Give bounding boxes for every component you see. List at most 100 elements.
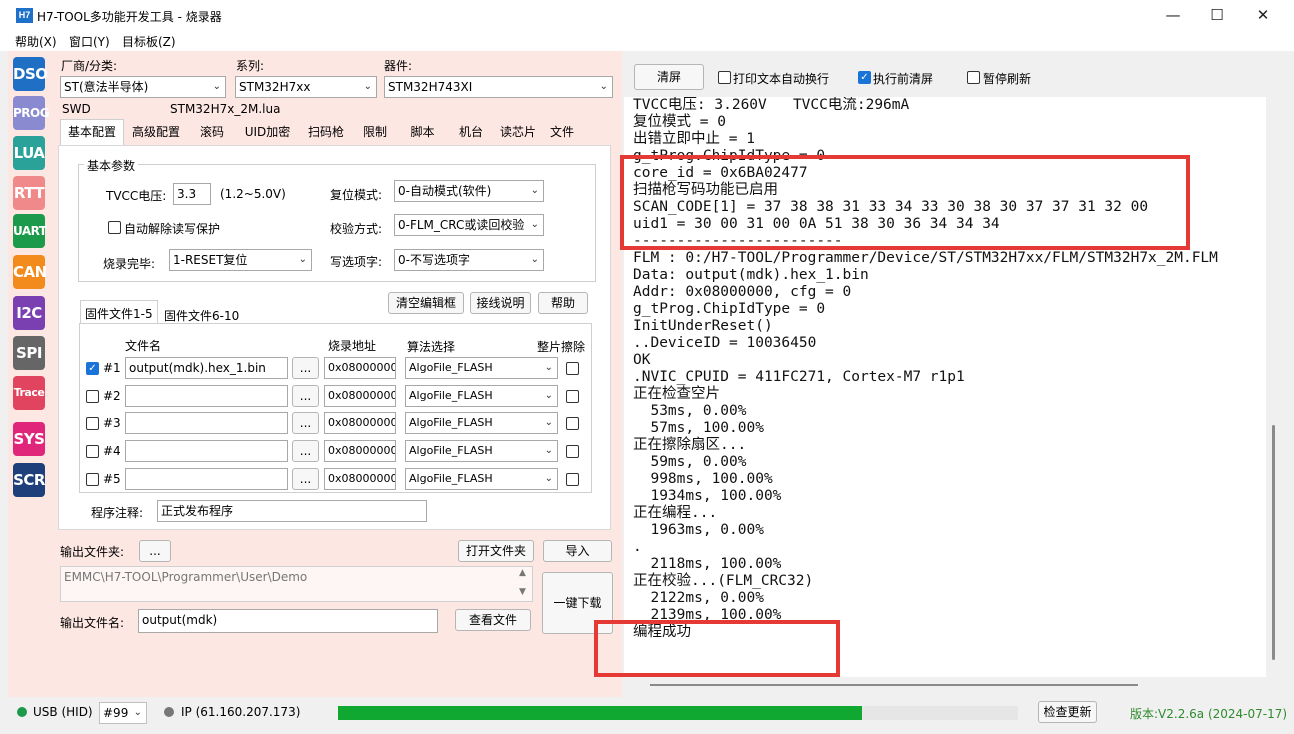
file-row-browse-button[interactable]: ...	[292, 357, 319, 379]
series-select[interactable]: STM32H7xx ⌄	[235, 76, 377, 98]
file-row-erase-checkbox[interactable]	[566, 417, 579, 430]
sidebar-i2c-button[interactable]: I2C	[13, 296, 45, 330]
scroll-down-icon[interactable]: ▼	[519, 587, 526, 597]
menu-window[interactable]: 窗口(Y)	[69, 33, 110, 50]
file-row-address[interactable]: 0x08000000	[324, 385, 396, 407]
file-row-checkbox[interactable]	[86, 390, 99, 403]
auto-unprotect-label: 自动解除读写保护	[124, 222, 221, 236]
file-row-erase-checkbox[interactable]	[566, 362, 579, 375]
check-update-button[interactable]: 检查更新	[1038, 701, 1097, 723]
log-vertical-scrollbar[interactable]	[1272, 425, 1275, 660]
file-row-erase-checkbox[interactable]	[566, 390, 579, 403]
file-row-erase-checkbox[interactable]	[566, 473, 579, 486]
clear-before-checkbox[interactable]: ✓	[858, 71, 871, 84]
note-input[interactable]: 正式发布程序	[157, 500, 427, 522]
clear-screen-button[interactable]: 清屏	[634, 64, 704, 90]
file-row-browse-button[interactable]: ...	[292, 440, 319, 462]
menu-target-board[interactable]: 目标板(Z)	[122, 33, 176, 50]
wiring-button[interactable]: 接线说明	[470, 292, 531, 314]
file-row-filename[interactable]	[125, 385, 288, 407]
maximize-button[interactable]: ☐	[1194, 0, 1240, 31]
tab-0[interactable]: 基本配置	[60, 119, 124, 146]
file-row-algo-select[interactable]: AlgoFile_FLASH ⌄	[405, 357, 558, 379]
file-row-address[interactable]: 0x08000000	[324, 412, 396, 434]
sidebar-prog-button[interactable]: PROG	[13, 96, 50, 130]
import-button[interactable]: 导入	[543, 540, 612, 562]
sidebar-scr-button[interactable]: SCR	[13, 463, 45, 497]
tab-3[interactable]: UID加密	[236, 120, 299, 144]
file-row-algo-select[interactable]: AlgoFile_FLASH ⌄	[405, 412, 558, 434]
chip-label: 器件:	[384, 59, 413, 73]
tab-5[interactable]: 限制	[353, 120, 397, 144]
auto-unprotect-checkbox[interactable]	[108, 221, 121, 234]
sidebar-trace-button[interactable]: Trace	[13, 376, 45, 410]
file-row-browse-button[interactable]: ...	[292, 412, 319, 434]
tab-9[interactable]: 文件	[542, 120, 582, 144]
verify-select[interactable]: 0-FLM_CRC或读回校验 ⌄	[394, 214, 544, 236]
file-row-checkbox[interactable]	[86, 473, 99, 486]
file-row-address[interactable]: 0x08000000	[324, 468, 396, 490]
tvcc-input[interactable]: 3.3	[173, 183, 211, 205]
file-row-algo-select[interactable]: AlgoFile_FLASH ⌄	[405, 468, 558, 490]
pause-checkbox[interactable]	[967, 71, 980, 84]
output-folder-path-text: EMMC\H7-TOOL\Programmer\User\Demo	[64, 570, 308, 584]
tab-7[interactable]: 机台	[448, 120, 494, 144]
browse-folder-button[interactable]: ...	[139, 540, 171, 562]
file-row-address[interactable]: 0x08000000	[324, 357, 396, 379]
file-row-filename[interactable]: output(mdk).hex_1.bin	[125, 357, 288, 379]
log-line: InitUnderReset()	[633, 318, 773, 334]
tab-4[interactable]: 扫码枪	[299, 120, 353, 144]
after-program-select[interactable]: 1-RESET复位 ⌄	[169, 249, 312, 271]
chevron-down-icon: ⌄	[530, 254, 539, 265]
wrap-checkbox[interactable]	[718, 71, 731, 84]
option-bytes-select[interactable]: 0-不写选项字 ⌄	[394, 249, 544, 271]
sidebar-rtt-button[interactable]: RTT	[13, 176, 45, 210]
file-row-filename[interactable]	[125, 440, 288, 462]
file-row-browse-button[interactable]: ...	[292, 385, 319, 407]
help-button[interactable]: 帮助	[538, 292, 588, 314]
header-file-name: 文件名	[125, 339, 162, 353]
log-line: 复位模式 = 0	[633, 114, 726, 130]
minimize-button[interactable]: —	[1150, 0, 1196, 31]
log-line: .NVIC_CPUID = 411FC271, Cortex-M7 r1p1	[633, 369, 965, 385]
interface-text: SWD	[62, 102, 91, 116]
tab-2[interactable]: 滚码	[188, 120, 236, 144]
tab-files-6-10[interactable]: 固件文件6-10	[164, 307, 239, 324]
file-row-filename[interactable]	[125, 412, 288, 434]
file-row-algo-select[interactable]: AlgoFile_FLASH ⌄	[405, 385, 558, 407]
file-row-checkbox[interactable]	[86, 445, 99, 458]
file-row-filename[interactable]	[125, 468, 288, 490]
verify-label: 校验方式:	[330, 222, 383, 236]
sidebar-uart-button[interactable]: UART	[13, 214, 47, 248]
file-row-checkbox[interactable]: ✓	[86, 362, 99, 375]
log-line: 53ms, 0.00%	[633, 403, 747, 419]
sidebar-dso-button[interactable]: DSO	[13, 57, 48, 91]
file-row-browse-button[interactable]: ...	[292, 468, 319, 490]
view-file-button[interactable]: 查看文件	[455, 609, 531, 631]
scroll-up-icon[interactable]: ▲	[519, 568, 526, 578]
close-button[interactable]: ✕	[1240, 0, 1286, 31]
reset-mode-select[interactable]: 0-自动模式(软件) ⌄	[394, 180, 544, 202]
file-row-checkbox[interactable]	[86, 417, 99, 430]
output-name-input[interactable]: output(mdk)	[138, 609, 438, 633]
chip-select[interactable]: STM32H743XI ⌄	[384, 76, 613, 98]
tab-6[interactable]: 脚本	[397, 120, 448, 144]
vendor-select[interactable]: ST(意法半导体) ⌄	[60, 76, 226, 98]
clear-editor-button[interactable]: 清空编辑框	[388, 292, 464, 314]
sidebar-lua-button[interactable]: LUA	[13, 136, 45, 170]
file-row-erase-checkbox[interactable]	[566, 445, 579, 458]
tab-8[interactable]: 读芯片	[494, 120, 542, 144]
menu-help[interactable]: 帮助(X)	[15, 33, 57, 50]
chevron-down-icon: ⌄	[544, 362, 553, 373]
sidebar-can-button[interactable]: CAN	[13, 255, 47, 289]
file-row-address[interactable]: 0x08000000	[324, 440, 396, 462]
tab-1[interactable]: 高级配置	[124, 120, 188, 144]
file-row-algo-select[interactable]: AlgoFile_FLASH ⌄	[405, 440, 558, 462]
port-select[interactable]: #99 ⌄	[99, 702, 147, 724]
log-horizontal-scrollbar[interactable]	[650, 684, 1138, 686]
port-value: #99	[103, 706, 129, 720]
log-line: 59ms, 0.00%	[633, 454, 747, 470]
sidebar-spi-button[interactable]: SPI	[13, 336, 45, 370]
sidebar-sys-button[interactable]: SYS	[13, 422, 45, 456]
open-folder-button[interactable]: 打开文件夹	[458, 540, 534, 562]
